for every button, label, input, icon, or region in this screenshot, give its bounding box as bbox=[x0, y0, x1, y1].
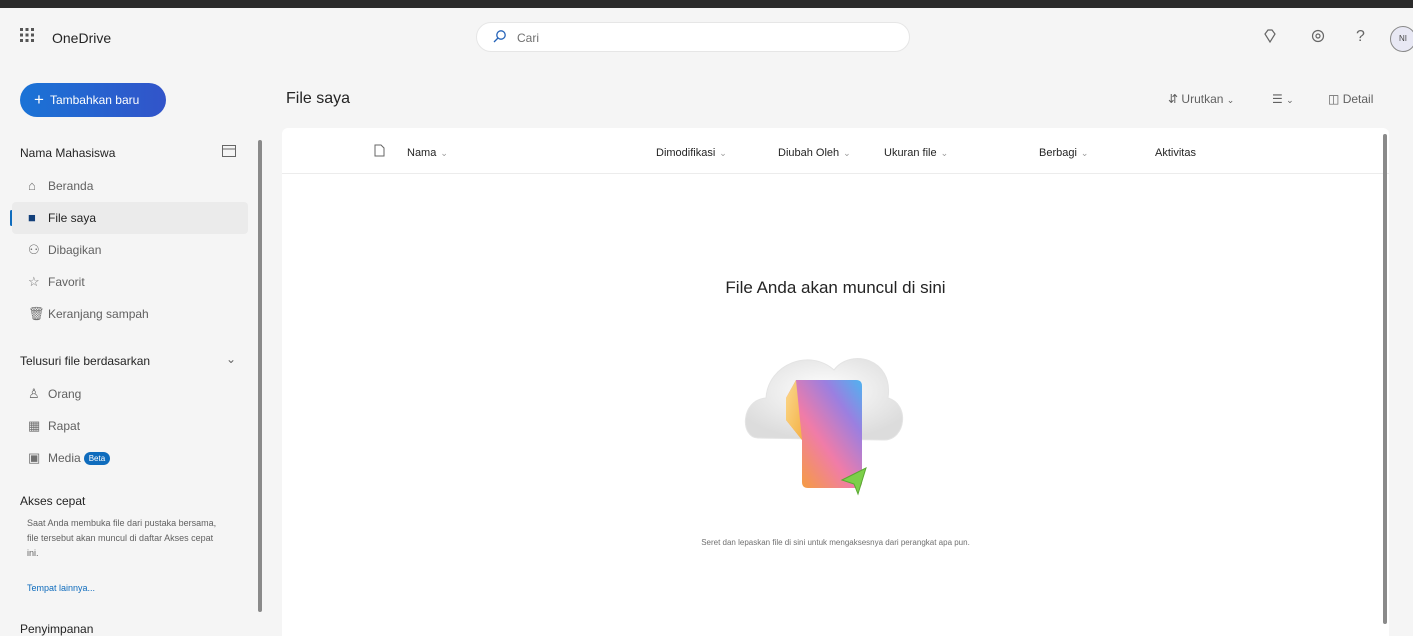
quick-access-description: Saat Anda membuka file dari pustaka bers… bbox=[27, 518, 217, 558]
sidebar-item-label: Keranjang sampah bbox=[48, 307, 149, 321]
collapse-sidebar-icon[interactable] bbox=[222, 144, 236, 162]
column-header-file-size[interactable]: Ukuran file ⌄ bbox=[884, 147, 948, 159]
column-header-activity[interactable]: Aktivitas bbox=[1155, 147, 1196, 159]
table-header: Nama ⌄ Dimodifikasi ⌄ Diubah Oleh ⌄ Ukuran … bbox=[282, 128, 1389, 174]
user-section-heading: Nama Mahasiswa bbox=[20, 146, 116, 160]
column-label: Ukuran file bbox=[884, 147, 937, 159]
storage-heading: Penyimpanan bbox=[20, 622, 94, 636]
quick-access-heading: Akses cepat bbox=[20, 494, 86, 508]
search-box[interactable]: Cari bbox=[476, 22, 910, 52]
sidebar-item-label: Dibagikan bbox=[48, 243, 102, 257]
details-label: Detail bbox=[1342, 92, 1374, 106]
help-icon[interactable]: ? bbox=[1356, 28, 1365, 46]
view-list-icon: ☰ bbox=[1272, 92, 1283, 106]
more-places-link[interactable]: Tempat lainnya... bbox=[27, 583, 95, 593]
sidebar: + Tambahkan baru Nama Mahasiswa ⌂ Beranda … bbox=[0, 60, 262, 636]
premium-diamond-icon[interactable] bbox=[1262, 28, 1278, 49]
plus-icon: + bbox=[34, 90, 44, 109]
add-new-button[interactable]: + Tambahkan baru bbox=[20, 83, 166, 117]
folder-icon: ■ bbox=[28, 210, 36, 225]
file-type-icon bbox=[374, 144, 385, 160]
empty-state-title: File Anda akan muncul di sini bbox=[725, 278, 946, 297]
settings-gear-icon[interactable] bbox=[1310, 28, 1326, 49]
column-header-modified[interactable]: Dimodifikasi ⌄ bbox=[656, 147, 727, 159]
beta-badge: Beta bbox=[83, 452, 111, 465]
sidebar-item-file-saya[interactable]: ■ File saya bbox=[12, 202, 248, 234]
app-header: OneDrive Cari ? NI bbox=[0, 8, 1413, 60]
sidebar-item-orang[interactable]: ♙ Orang bbox=[12, 378, 248, 410]
add-new-label: Tambahkan baru bbox=[49, 93, 140, 107]
sidebar-item-beranda[interactable]: ⌂ Beranda bbox=[12, 170, 248, 202]
sidebar-item-label: Rapat bbox=[48, 419, 81, 433]
details-pane-icon: ◫ bbox=[1328, 92, 1340, 106]
app-name[interactable]: OneDrive bbox=[52, 30, 111, 46]
home-icon: ⌂ bbox=[28, 178, 36, 193]
empty-state-subtitle: Seret dan lepaskan file di sini untuk me… bbox=[701, 538, 970, 547]
sidebar-item-label: Favorit bbox=[48, 275, 85, 289]
content-scrollbar[interactable] bbox=[1383, 134, 1387, 624]
sidebar-item-favorit[interactable]: ☆ Favorit bbox=[12, 266, 248, 298]
person-icon: ♙ bbox=[28, 386, 40, 401]
sidebar-item-dibagikan[interactable]: ⚇ Dibagikan bbox=[12, 234, 248, 266]
search-icon bbox=[493, 29, 507, 46]
sidebar-item-label: Media bbox=[48, 451, 81, 465]
search-input[interactable]: Cari bbox=[517, 31, 539, 45]
page-title: File saya bbox=[286, 90, 351, 107]
sidebar-item-keranjang-sampah[interactable]: 🗑 Keranjang sampah bbox=[12, 298, 248, 330]
sort-button[interactable]: ⇵ Urutkan ⌄ bbox=[1168, 92, 1234, 106]
view-options-button[interactable]: ☰ ⌄ bbox=[1272, 92, 1294, 106]
sidebar-scrollbar[interactable] bbox=[258, 140, 262, 612]
column-label: Nama bbox=[407, 147, 437, 159]
column-header-name[interactable]: Nama ⌄ bbox=[407, 147, 448, 159]
avatar[interactable]: NI bbox=[1390, 26, 1413, 52]
column-header-sharing[interactable]: Berbagi ⌄ bbox=[1039, 147, 1088, 159]
calendar-icon: ▦ bbox=[28, 418, 41, 433]
sidebar-item-media[interactable]: ▣ Media Beta bbox=[12, 442, 248, 474]
sidebar-item-rapat[interactable]: ▦ Rapat bbox=[12, 410, 248, 442]
image-icon: ▣ bbox=[28, 450, 41, 465]
browse-section-heading[interactable]: Telusuri file berdasarkan bbox=[20, 354, 150, 368]
app-launcher-icon[interactable] bbox=[20, 28, 34, 46]
chevron-down-icon[interactable]: ⌄ bbox=[226, 352, 236, 366]
window-top-strip bbox=[0, 0, 1413, 8]
column-label: Dimodifikasi bbox=[656, 147, 716, 159]
star-icon: ☆ bbox=[28, 274, 40, 289]
column-label: Aktivitas bbox=[1155, 147, 1196, 159]
trash-icon: 🗑 bbox=[28, 306, 45, 321]
cloud-file-illustration bbox=[745, 358, 903, 496]
sidebar-item-label: Beranda bbox=[48, 179, 94, 193]
sort-icon: ⇵ bbox=[1168, 92, 1179, 106]
sidebar-item-label: File saya bbox=[48, 211, 97, 225]
column-label: Berbagi bbox=[1039, 147, 1077, 159]
sort-label: Urutkan bbox=[1181, 92, 1224, 106]
details-button[interactable]: ◫ Detail bbox=[1328, 92, 1373, 106]
file-list-panel: Nama ⌄ Dimodifikasi ⌄ Diubah Oleh ⌄ Ukuran … bbox=[282, 128, 1389, 636]
sidebar-item-label: Orang bbox=[48, 387, 82, 401]
people-icon: ⚇ bbox=[28, 242, 40, 257]
column-label: Diubah Oleh bbox=[778, 147, 840, 159]
column-header-modified-by[interactable]: Diubah Oleh ⌄ bbox=[778, 147, 851, 159]
